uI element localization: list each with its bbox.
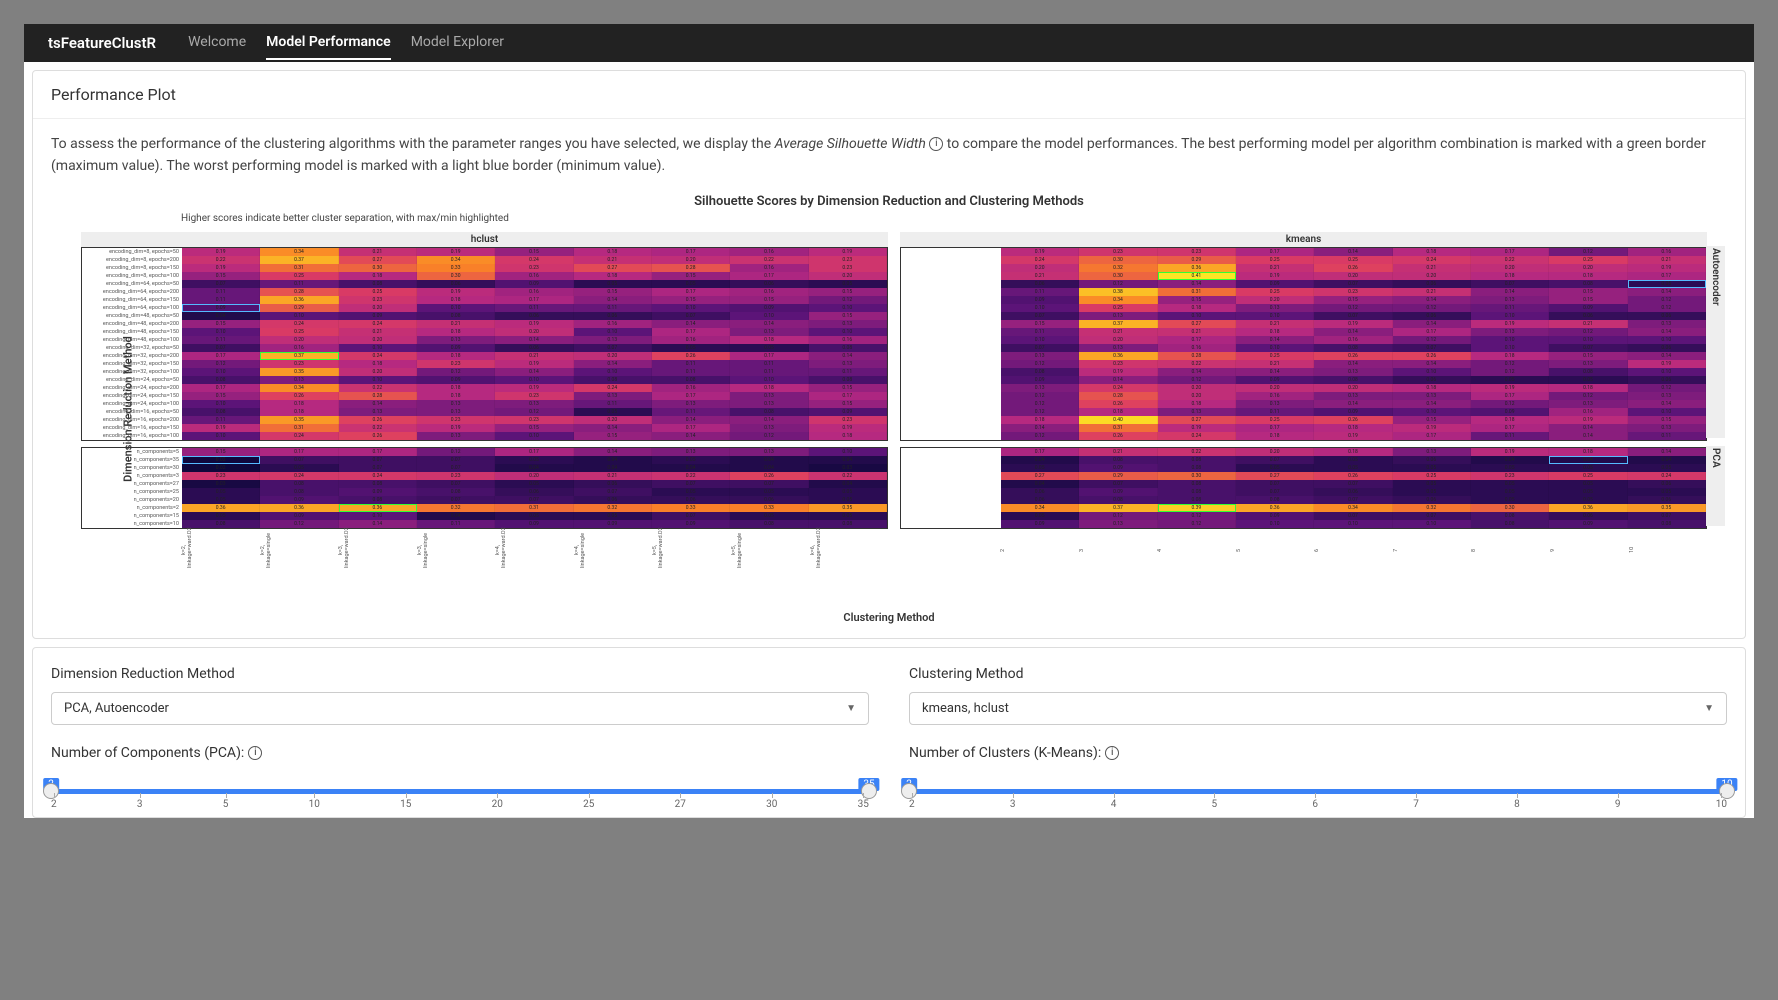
chart-title: Silhouette Scores by Dimension Reduction… [51,194,1727,209]
caret-down-icon: ▼ [846,703,856,714]
caret-down-icon: ▼ [1704,703,1714,714]
dim-reduction-select[interactable]: PCA, Autoencoder ▼ [51,692,869,725]
nav-tabs: Welcome Model Performance Model Explorer [188,26,504,60]
x-axis-label: Clustering Method [51,611,1727,624]
kmeans-clusters-slider[interactable]: 2102345678910 [909,775,1727,799]
slider-handle-min[interactable] [901,783,917,799]
nav-tab-model-explorer[interactable]: Model Explorer [411,26,504,60]
info-icon[interactable]: i [929,137,943,151]
pca-components-slider[interactable]: 23523510152025273035 [51,775,869,799]
nav-tab-welcome[interactable]: Welcome [188,26,246,60]
brand: tsFeatureClustR [48,34,156,52]
nav-tab-model-performance[interactable]: Model Performance [266,26,391,60]
performance-panel: Performance Plot To assess the performan… [32,70,1746,639]
navbar: tsFeatureClustR Welcome Model Performance… [24,24,1754,62]
clustering-label: Clustering Method [909,666,1727,682]
kmeans-clusters-label: Number of Clusters (K-Means): i [909,745,1727,761]
dim-reduction-label: Dimension Reduction Method [51,666,869,682]
info-icon[interactable]: i [248,746,262,760]
controls-panel: Dimension Reduction Method PCA, Autoenco… [32,647,1746,818]
info-icon[interactable]: i [1105,746,1119,760]
silhouette-heatmap: Silhouette Scores by Dimension Reduction… [51,194,1727,624]
chart-subtitle: Higher scores indicate better cluster se… [181,213,1727,224]
panel-description: To assess the performance of the cluster… [51,133,1727,178]
clustering-select[interactable]: kmeans, hclust ▼ [909,692,1727,725]
slider-handle-min[interactable] [43,783,59,799]
panel-title: Performance Plot [33,71,1745,119]
pca-components-label: Number of Components (PCA): i [51,745,869,761]
